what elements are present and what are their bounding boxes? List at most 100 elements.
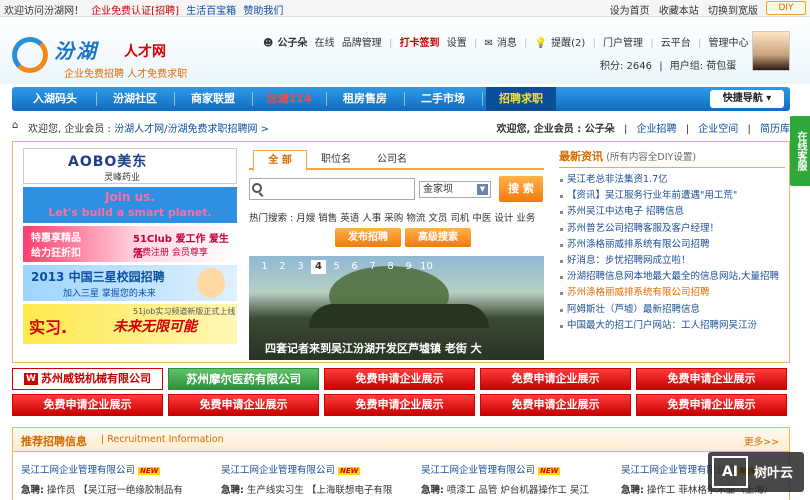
hot-term[interactable]: 采购: [384, 213, 403, 224]
hot-term[interactable]: 设计: [494, 213, 513, 224]
company-button-weirui[interactable]: W 苏州威锐机械有限公司: [12, 368, 163, 390]
recruit-jobs[interactable]: 操作员 【吴江冠一绝缘胶制品有: [47, 485, 183, 496]
slideshow[interactable]: 1 2 3 4 5 6 7 8 9 10 四套记者来到吴江汾湖开发区芦墟镇 老街 大: [249, 256, 544, 360]
slide-number[interactable]: 5: [329, 260, 344, 274]
cloud-platform-link[interactable]: 云平台: [661, 38, 691, 49]
hot-term[interactable]: 司机: [450, 213, 469, 224]
hot-term[interactable]: 物流: [406, 213, 425, 224]
news-item[interactable]: 【资讯】吴江服务行业年前遭遇"用工荒": [559, 188, 785, 204]
ad-aobo[interactable]: AOBO美东 灵峰药业: [23, 148, 237, 184]
nav-item-merchants[interactable]: 商家联盟: [178, 87, 248, 111]
recruit-more-link[interactable]: 更多>>: [744, 434, 779, 448]
admin-center-link[interactable]: 管理中心: [709, 38, 749, 49]
hot-term[interactable]: 英语: [340, 213, 359, 224]
slide-number[interactable]: 3: [293, 260, 308, 274]
ad-ibm[interactable]: Join us. Let's build a smart planet.: [23, 187, 237, 223]
slide-number[interactable]: 8: [383, 260, 398, 274]
news-item[interactable]: 阿姆斯壮（芦墟）最新招聘信息: [559, 302, 785, 318]
recruit-company-link[interactable]: 吴江工网企业管理有限公司: [221, 465, 335, 476]
hot-term[interactable]: 销售: [318, 213, 337, 224]
company-apply-button[interactable]: 免费申请企业展示: [324, 368, 475, 390]
avatar[interactable]: [752, 31, 790, 71]
slide-number[interactable]: 7: [365, 260, 380, 274]
search-button[interactable]: 搜 索: [499, 176, 543, 202]
news-item[interactable]: 苏州涤格丽威排系统有限公司招聘: [559, 285, 785, 301]
slide-number-active[interactable]: 4: [311, 260, 326, 274]
hot-search: 热门搜索 : 月嫂 销售 英语 人事 采购 物流 文员 司机 中医 设计 业务: [249, 210, 538, 224]
breadcrumb-path[interactable]: 汾湖人才网/汾湖免费求职招聘网 >: [114, 124, 269, 135]
wide-mode-link[interactable]: 切换到宽版: [708, 6, 758, 17]
ad-51club[interactable]: 特惠享精品 给力狂折扣 51Club 爱工作 爱生活 免费注册 会员尊享: [23, 226, 237, 262]
slide-number[interactable]: 1: [257, 260, 272, 274]
news-item[interactable]: 苏州吴江中达电子 招聘信息: [559, 204, 785, 220]
recruit-company-link[interactable]: 吴江工网企业管理有限公司: [21, 465, 135, 476]
set-homepage-link[interactable]: 设为首页: [610, 6, 650, 17]
advanced-search-button[interactable]: 高级搜索: [405, 228, 471, 247]
recruit-jobs[interactable]: 喷漆工 品管 炉台机器操作工 吴江: [447, 485, 589, 496]
username-link[interactable]: 公子朵: [277, 38, 307, 49]
area-select[interactable]: 金家坝 ▼: [419, 181, 491, 198]
hot-term[interactable]: 中医: [472, 213, 491, 224]
slide-number[interactable]: 10: [419, 260, 434, 274]
checkin-link[interactable]: 打卡签到: [400, 38, 440, 49]
sponsor-link[interactable]: 赞助我们: [243, 6, 283, 17]
diy-button[interactable]: DIY: [766, 1, 806, 15]
company-apply-button[interactable]: 免费申请企业展示: [636, 368, 787, 390]
recruit-company-link[interactable]: 吴江工网企业管理有限公司: [421, 465, 535, 476]
hot-term[interactable]: 月嫂: [296, 213, 315, 224]
bookmark-link[interactable]: 收藏本站: [659, 6, 699, 17]
company-apply-button[interactable]: 免费申请企业展示: [324, 394, 475, 416]
post-job-button[interactable]: 发布招聘: [335, 228, 401, 247]
quick-nav-button[interactable]: 快捷导航 ▾: [710, 90, 784, 108]
new-badge: NEW: [138, 467, 161, 475]
nav-item-rent[interactable]: 租房售房: [330, 87, 400, 111]
news-item[interactable]: 吴江老总非法集资1.7亿: [559, 172, 785, 188]
nav-item-second-hand[interactable]: 二手市场: [408, 87, 478, 111]
company-apply-button[interactable]: 免费申请企业展示: [480, 368, 631, 390]
company-button-moer[interactable]: 苏州摩尔医药有限公司: [168, 368, 319, 390]
nav-item-114[interactable]: 汾湖114: [256, 87, 322, 111]
news-item[interactable]: 好消息：步忧招聘网成立啦！: [559, 253, 785, 269]
settings-link[interactable]: 设置: [447, 38, 467, 49]
home-icon[interactable]: ⌂: [12, 120, 18, 131]
resume-link[interactable]: 简历库: [760, 124, 790, 135]
ad-51job-intern[interactable]: 实习. 未来无限可能 51job实习频道新版正式上线: [23, 304, 237, 344]
corp-space-link[interactable]: 企业空间: [698, 124, 738, 135]
hot-term[interactable]: 文员: [428, 213, 447, 224]
company-apply-button[interactable]: 免费申请企业展示: [480, 394, 631, 416]
tab-job-title[interactable]: 职位名: [309, 150, 363, 170]
slide-number[interactable]: 6: [347, 260, 362, 274]
recruit-jobs[interactable]: 生产线实习生 【上海联想电子有限: [247, 485, 393, 496]
cert-link[interactable]: 企业免费认证[招聘]: [91, 6, 179, 17]
corp-recruit-link[interactable]: 企业招聘: [637, 124, 677, 135]
watermark-logo: AI: [712, 456, 748, 488]
company-apply-button[interactable]: 免费申请企业展示: [636, 394, 787, 416]
hot-term[interactable]: 业务: [516, 213, 535, 224]
news-item[interactable]: 中国最大的招工门户网站：工人招聘网吴江汾: [559, 318, 785, 334]
company-apply-button[interactable]: 免费申请企业展示: [168, 394, 319, 416]
portal-manage-link[interactable]: 门户管理: [603, 38, 643, 49]
ad-samsung[interactable]: 2013 中国三星校园招聘 加入三星 掌握您的未来: [23, 265, 237, 301]
nav-item-jobs[interactable]: 招聘求职: [486, 87, 556, 111]
points-link[interactable]: 积分: 2646: [600, 61, 652, 72]
news-item[interactable]: 苏州涤格丽威排系统有限公司招聘: [559, 237, 785, 253]
brand-manage-link[interactable]: 品牌管理: [342, 38, 382, 49]
online-service-tab[interactable]: 在线客服: [790, 116, 810, 186]
slide-number[interactable]: 2: [275, 260, 290, 274]
news-item[interactable]: 苏州普艺公司招聘客服及客户经理！: [559, 221, 785, 237]
slide-caption[interactable]: 四套记者来到吴江汾湖开发区芦墟镇 老街 大: [265, 340, 482, 356]
company-apply-button[interactable]: 免费申请企业展示: [12, 394, 163, 416]
nav-item-pier[interactable]: 入湖码头: [18, 87, 92, 111]
life-link[interactable]: 生活百宝箱: [186, 6, 236, 17]
nav-item-community[interactable]: 汾湖社区: [100, 87, 170, 111]
tab-company-name[interactable]: 公司名: [365, 150, 419, 170]
user-group-link[interactable]: 用户组: 荷包蛋: [670, 61, 737, 72]
tab-all[interactable]: 全 部: [253, 150, 307, 172]
reminders-link[interactable]: 提醒(2): [551, 38, 585, 49]
site-logo[interactable]: 汾湖 人才网 企业免费招聘 人才免费求职: [12, 35, 192, 80]
slide-number[interactable]: 9: [401, 260, 416, 274]
search-input[interactable]: [249, 178, 415, 200]
messages-link[interactable]: 消息: [497, 38, 517, 49]
news-item[interactable]: 汾湖招聘信息网本地最大最全的信息网站,大量招聘: [559, 269, 785, 285]
hot-term[interactable]: 人事: [362, 213, 381, 224]
